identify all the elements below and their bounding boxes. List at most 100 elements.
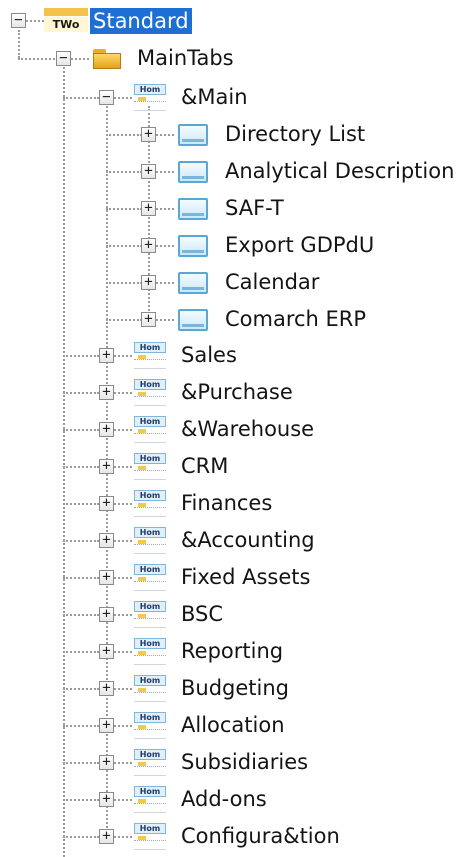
tree-connector: [156, 282, 174, 284]
tree-node-label[interactable]: Sales: [178, 342, 240, 368]
tree-connector: [114, 429, 132, 431]
expand-toggle[interactable]: +: [99, 829, 114, 844]
tree-connector: [156, 208, 174, 210]
collapse-toggle[interactable]: −: [11, 13, 26, 28]
tree-guide-line: [63, 67, 65, 857]
expand-toggle[interactable]: +: [99, 459, 114, 474]
expand-toggle[interactable]: +: [99, 348, 114, 363]
tree-node-label[interactable]: BSC: [178, 601, 226, 627]
tree-connector: [106, 208, 142, 210]
tab-page-icon: Hom: [132, 342, 168, 370]
tab-page-icon: Hom: [132, 786, 168, 814]
tree-connector: [114, 466, 132, 468]
tree-node-label[interactable]: &Purchase: [178, 379, 296, 405]
tab-page-icon: Hom: [132, 712, 168, 740]
window-form-icon: [178, 272, 208, 294]
tree-node-label[interactable]: Calendar: [222, 269, 322, 295]
expand-toggle[interactable]: +: [141, 238, 156, 253]
tree-connector: [114, 503, 132, 505]
tree-connector: [26, 20, 44, 22]
tree-node-label[interactable]: Configura&tion: [178, 823, 343, 849]
expand-toggle[interactable]: +: [99, 533, 114, 548]
expand-toggle[interactable]: +: [141, 201, 156, 216]
expand-toggle[interactable]: +: [99, 570, 114, 585]
toolbar-icon: TWo: [44, 8, 88, 34]
tree-node-label[interactable]: &Main: [178, 84, 251, 110]
tree-connector: [63, 392, 99, 394]
tree-connector: [106, 171, 142, 173]
tree-connector: [114, 725, 132, 727]
tree-connector: [18, 58, 58, 60]
tree-connector: [71, 58, 89, 60]
tree-connector: [156, 171, 174, 173]
tree-connector: [63, 725, 99, 727]
expand-toggle[interactable]: +: [99, 644, 114, 659]
tree-connector: [114, 540, 132, 542]
window-form-icon: [178, 198, 208, 220]
tab-page-icon: Hom: [132, 749, 168, 777]
window-form-icon: [178, 124, 208, 146]
expand-toggle[interactable]: +: [99, 755, 114, 770]
expand-toggle[interactable]: +: [99, 718, 114, 733]
expand-toggle[interactable]: +: [99, 496, 114, 511]
tree-node-label[interactable]: MainTabs: [134, 45, 237, 71]
tree-connector: [63, 503, 99, 505]
tree-view[interactable]: − TWo Standard − MainTabs − Hom &Main + …: [0, 0, 474, 857]
tree-node-label[interactable]: SAF-T: [222, 195, 287, 221]
folder-icon: [92, 47, 122, 69]
tree-connector: [114, 355, 132, 357]
expand-toggle[interactable]: +: [141, 127, 156, 142]
tree-node-label[interactable]: Add-ons: [178, 786, 270, 812]
tree-connector: [63, 651, 99, 653]
expand-toggle[interactable]: +: [141, 164, 156, 179]
tree-connector: [114, 97, 132, 99]
tab-page-icon: Hom: [132, 453, 168, 481]
tree-node-label[interactable]: CRM: [178, 453, 231, 479]
collapse-toggle[interactable]: −: [99, 90, 114, 105]
tree-connector: [156, 319, 174, 321]
expand-toggle[interactable]: +: [99, 792, 114, 807]
tree-connector: [106, 245, 142, 247]
tab-page-icon: Hom: [132, 601, 168, 629]
tab-page-icon: Hom: [132, 379, 168, 407]
tree-node-label[interactable]: Budgeting: [178, 675, 292, 701]
tree-connector: [63, 614, 99, 616]
expand-toggle[interactable]: +: [141, 275, 156, 290]
tree-node-label[interactable]: Fixed Assets: [178, 564, 313, 590]
expand-toggle[interactable]: +: [99, 607, 114, 622]
tree-connector: [63, 97, 99, 99]
tree-node-label[interactable]: Subsidiaries: [178, 749, 311, 775]
tree-connector: [63, 540, 99, 542]
tree-connector: [114, 836, 132, 838]
tab-page-icon: Hom: [132, 564, 168, 592]
tree-node-label[interactable]: &Accounting: [178, 527, 318, 553]
collapse-toggle[interactable]: −: [56, 51, 71, 66]
tab-page-icon: Hom: [132, 638, 168, 666]
tree-connector: [114, 762, 132, 764]
tab-page-icon: Hom: [132, 416, 168, 444]
tree-node-label[interactable]: Standard: [90, 8, 192, 34]
tree-connector: [63, 762, 99, 764]
expand-toggle[interactable]: +: [141, 312, 156, 327]
tree-guide-line: [18, 30, 20, 58]
tree-node-label[interactable]: Export GDPdU: [222, 232, 377, 258]
tab-page-icon: Hom: [132, 490, 168, 518]
tree-node-label[interactable]: &Warehouse: [178, 416, 317, 442]
tree-node-label[interactable]: Directory List: [222, 121, 368, 147]
expand-toggle[interactable]: +: [99, 422, 114, 437]
expand-toggle[interactable]: +: [99, 385, 114, 400]
tree-connector: [114, 614, 132, 616]
tree-connector: [114, 392, 132, 394]
tree-node-label[interactable]: Comarch ERP: [222, 306, 369, 332]
tree-connector: [114, 577, 132, 579]
tab-page-icon: Hom: [132, 527, 168, 555]
tree-node-label[interactable]: Analytical Description: [222, 158, 457, 184]
tree-node-label[interactable]: Finances: [178, 490, 275, 516]
expand-toggle[interactable]: +: [99, 681, 114, 696]
tree-connector: [63, 688, 99, 690]
tree-node-label[interactable]: Allocation: [178, 712, 288, 738]
tree-node-label[interactable]: Reporting: [178, 638, 286, 664]
tree-connector: [114, 799, 132, 801]
tree-connector: [156, 245, 174, 247]
tree-connector: [63, 466, 99, 468]
